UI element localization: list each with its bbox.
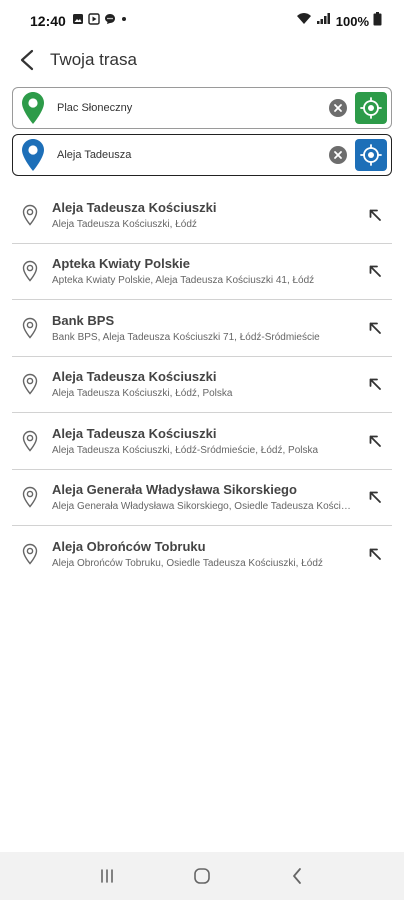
system-back-button[interactable]: [277, 856, 317, 896]
result-subtitle: Aleja Obrońców Tobruku, Osiedle Tadeusza…: [52, 558, 323, 570]
result-subtitle: Aleja Tadeusza Kościuszki, Łódź: [52, 218, 197, 230]
arrow-left-icon: [20, 49, 34, 71]
battery-percent: 100%: [335, 13, 369, 29]
list-item[interactable]: Aleja Tadeusza Kościuszki Aleja Tadeusza …: [12, 187, 392, 244]
result-title: Aleja Tadeusza Kościuszki: [52, 199, 217, 215]
fill-in-arrow-icon[interactable]: [358, 264, 392, 278]
location-pin-icon: [12, 486, 48, 508]
location-pin-icon: [12, 204, 48, 226]
result-title: Bank BPS: [52, 312, 115, 328]
map-pin-blue-icon: [13, 135, 53, 175]
location-pin-icon: [12, 260, 48, 282]
result-subtitle: Apteka Kwiaty Polskie, Aleja Tadeusza Ko…: [52, 275, 315, 287]
location-pin-icon: [12, 373, 48, 395]
result-subtitle: Aleja Tadeusza Kościuszki, Łódź, Polska: [52, 388, 233, 400]
result-title: Aleja Obrońców Tobruku: [52, 539, 206, 555]
close-icon: [334, 151, 342, 159]
chat-icon: [104, 12, 116, 30]
status-time: 12:40: [30, 13, 66, 29]
gallery-icon: [72, 12, 84, 30]
list-item[interactable]: Aleja Generała Władysława Sikorskiego Ale…: [12, 470, 392, 526]
list-item[interactable]: Apteka Kwiaty Polskie Apteka Kwiaty Polsk…: [12, 244, 392, 300]
chevron-left-icon: [292, 868, 301, 884]
close-icon: [334, 104, 342, 112]
list-item[interactable]: Bank BPS Bank BPS, Aleja Tadeusza Kościus…: [12, 300, 392, 357]
location-pin-icon: [12, 543, 48, 565]
map-pin-green-icon: [13, 88, 53, 128]
fill-in-arrow-icon[interactable]: [358, 208, 392, 222]
list-item[interactable]: Aleja Tadeusza Kościuszki Aleja Tadeusza …: [12, 357, 392, 413]
system-navigation-bar: [0, 852, 404, 900]
page-title: Twoja trasa: [50, 50, 137, 69]
play-icon: [88, 12, 100, 30]
list-item[interactable]: Aleja Tadeusza Kościuszki Aleja Tadeusza …: [12, 413, 392, 470]
signal-icon: [316, 12, 332, 30]
recent-apps-icon: [101, 869, 114, 883]
result-subtitle: Aleja Tadeusza Kościuszki, Łódź-Śródmieś…: [52, 444, 319, 456]
locate-from-button[interactable]: [355, 92, 387, 124]
header: Twoja trasa: [0, 42, 404, 78]
result-subtitle: Bank BPS, Aleja Tadeusza Kościuszki 71, …: [52, 331, 320, 343]
back-button[interactable]: [12, 45, 42, 75]
result-title: Aleja Tadeusza Kościuszki: [52, 425, 217, 441]
location-pin-icon: [12, 430, 48, 452]
battery-icon: [373, 11, 382, 31]
fill-in-arrow-icon[interactable]: [358, 490, 392, 504]
fill-in-arrow-icon[interactable]: [358, 434, 392, 448]
status-notification-icons: [72, 12, 128, 30]
route-to-field: [12, 134, 392, 176]
home-icon: [194, 868, 210, 884]
route-from-input[interactable]: [53, 93, 329, 123]
locate-to-button[interactable]: [355, 139, 387, 171]
result-subtitle: Aleja Generała Władysława Sikorskiego, O…: [52, 501, 352, 513]
fill-in-arrow-icon[interactable]: [358, 321, 392, 335]
crosshair-icon: [360, 144, 382, 166]
search-results-list: Aleja Tadeusza Kościuszki Aleja Tadeusza …: [12, 187, 392, 583]
status-right-icons: 100%: [296, 11, 382, 31]
route-from-field: [12, 87, 392, 129]
wifi-icon: [296, 12, 312, 30]
route-to-input[interactable]: [53, 140, 329, 170]
clear-from-button[interactable]: [329, 99, 347, 117]
home-button[interactable]: [182, 856, 222, 896]
fill-in-arrow-icon[interactable]: [358, 547, 392, 561]
status-bar: 12:40 100%: [0, 0, 404, 42]
fill-in-arrow-icon[interactable]: [358, 377, 392, 391]
result-title: Apteka Kwiaty Polskie: [52, 256, 190, 272]
location-pin-icon: [12, 317, 48, 339]
recent-apps-button[interactable]: [87, 856, 127, 896]
dot-icon: [120, 12, 128, 30]
result-title: Aleja Tadeusza Kościuszki: [52, 369, 217, 385]
clear-to-button[interactable]: [329, 146, 347, 164]
crosshair-icon: [360, 97, 382, 119]
list-item[interactable]: Aleja Obrońców Tobruku Aleja Obrońców Tob…: [12, 526, 392, 583]
result-title: Aleja Generała Władysława Sikorskiego: [52, 482, 297, 498]
